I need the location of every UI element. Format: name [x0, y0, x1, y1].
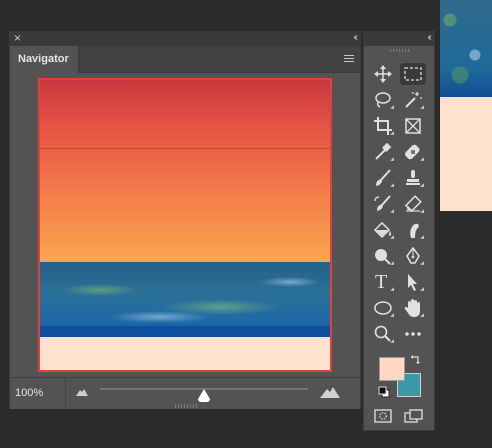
zoom-slider-thumb-base: [198, 399, 210, 402]
default-colors-icon[interactable]: [378, 386, 390, 398]
rectangular-marquee-tool-icon: [404, 67, 422, 81]
healing-brush-tool-button[interactable]: [400, 141, 426, 163]
foreground-color-swatch[interactable]: [379, 357, 405, 381]
ellipse-tool-button[interactable]: [370, 297, 396, 319]
rectangular-marquee-tool-button[interactable]: [400, 63, 426, 85]
type-tool-icon: T: [375, 271, 388, 293]
navigator-panel-header[interactable]: × ‹‹: [10, 30, 360, 46]
collapse-icon[interactable]: ‹‹: [353, 31, 357, 45]
crop-tool-button[interactable]: [370, 115, 396, 137]
zoom-value: 100%: [15, 387, 44, 399]
zoom-in-mountain-icon[interactable]: [320, 386, 340, 398]
navigator-panel: × ‹‹ Navigator 100%: [9, 31, 361, 409]
eraser-tool-button[interactable]: [400, 193, 426, 215]
frame-tool-icon: [405, 118, 421, 134]
smudge-tool-button[interactable]: [400, 219, 426, 241]
document-canvas-peek: [440, 0, 492, 211]
pen-tool-button[interactable]: [400, 245, 426, 267]
frame-tool-button[interactable]: [400, 115, 426, 137]
type-tool-button[interactable]: T: [370, 271, 396, 293]
tab-navigator[interactable]: Navigator: [10, 46, 79, 73]
hand-tool-button[interactable]: [400, 297, 426, 319]
zoom-slider-thumb[interactable]: [198, 389, 210, 399]
history-brush-tool-button[interactable]: [370, 193, 396, 215]
navigator-preview[interactable]: [38, 78, 332, 372]
magic-wand-tool-button[interactable]: [400, 89, 426, 111]
zoom-tool-button[interactable]: [370, 323, 396, 345]
panel-menu-icon[interactable]: [344, 55, 354, 64]
edit-toolbar-button[interactable]: [400, 323, 426, 345]
swap-colors-icon[interactable]: [409, 354, 421, 366]
zoom-out-mountain-icon[interactable]: [76, 388, 88, 396]
screen-mode-icon[interactable]: [404, 409, 424, 423]
tools-panel: ‹‹ T: [363, 31, 435, 431]
preview-sky: [40, 80, 330, 262]
close-icon[interactable]: ×: [14, 30, 21, 46]
document-sea-area: [440, 0, 492, 97]
tab-navigator-label: Navigator: [18, 53, 69, 65]
navigator-tab-bar: Navigator: [10, 46, 360, 73]
brush-tool-button[interactable]: [370, 167, 396, 189]
quick-mask-icon[interactable]: [374, 409, 392, 423]
move-tool-icon: [374, 65, 392, 83]
eyedropper-tool-button[interactable]: [370, 141, 396, 163]
path-selection-tool-button[interactable]: [400, 271, 426, 293]
preview-sand: [40, 337, 330, 370]
preview-sea-edge: [40, 326, 330, 337]
paint-bucket-tool-button[interactable]: [370, 219, 396, 241]
clone-stamp-tool-button[interactable]: [400, 167, 426, 189]
preview-sky-line: [40, 148, 330, 149]
tools-drag-grip[interactable]: [390, 49, 410, 52]
dodge-tool-button[interactable]: [370, 245, 396, 267]
tools-panel-header[interactable]: ‹‹: [364, 32, 434, 46]
lasso-tool-button[interactable]: [370, 89, 396, 111]
move-tool-button[interactable]: [370, 63, 396, 85]
zoom-field[interactable]: 100%: [10, 378, 66, 409]
edit-toolbar-icon: [405, 332, 421, 336]
resize-grip[interactable]: [175, 404, 197, 408]
collapse-icon[interactable]: ‹‹: [427, 31, 431, 45]
